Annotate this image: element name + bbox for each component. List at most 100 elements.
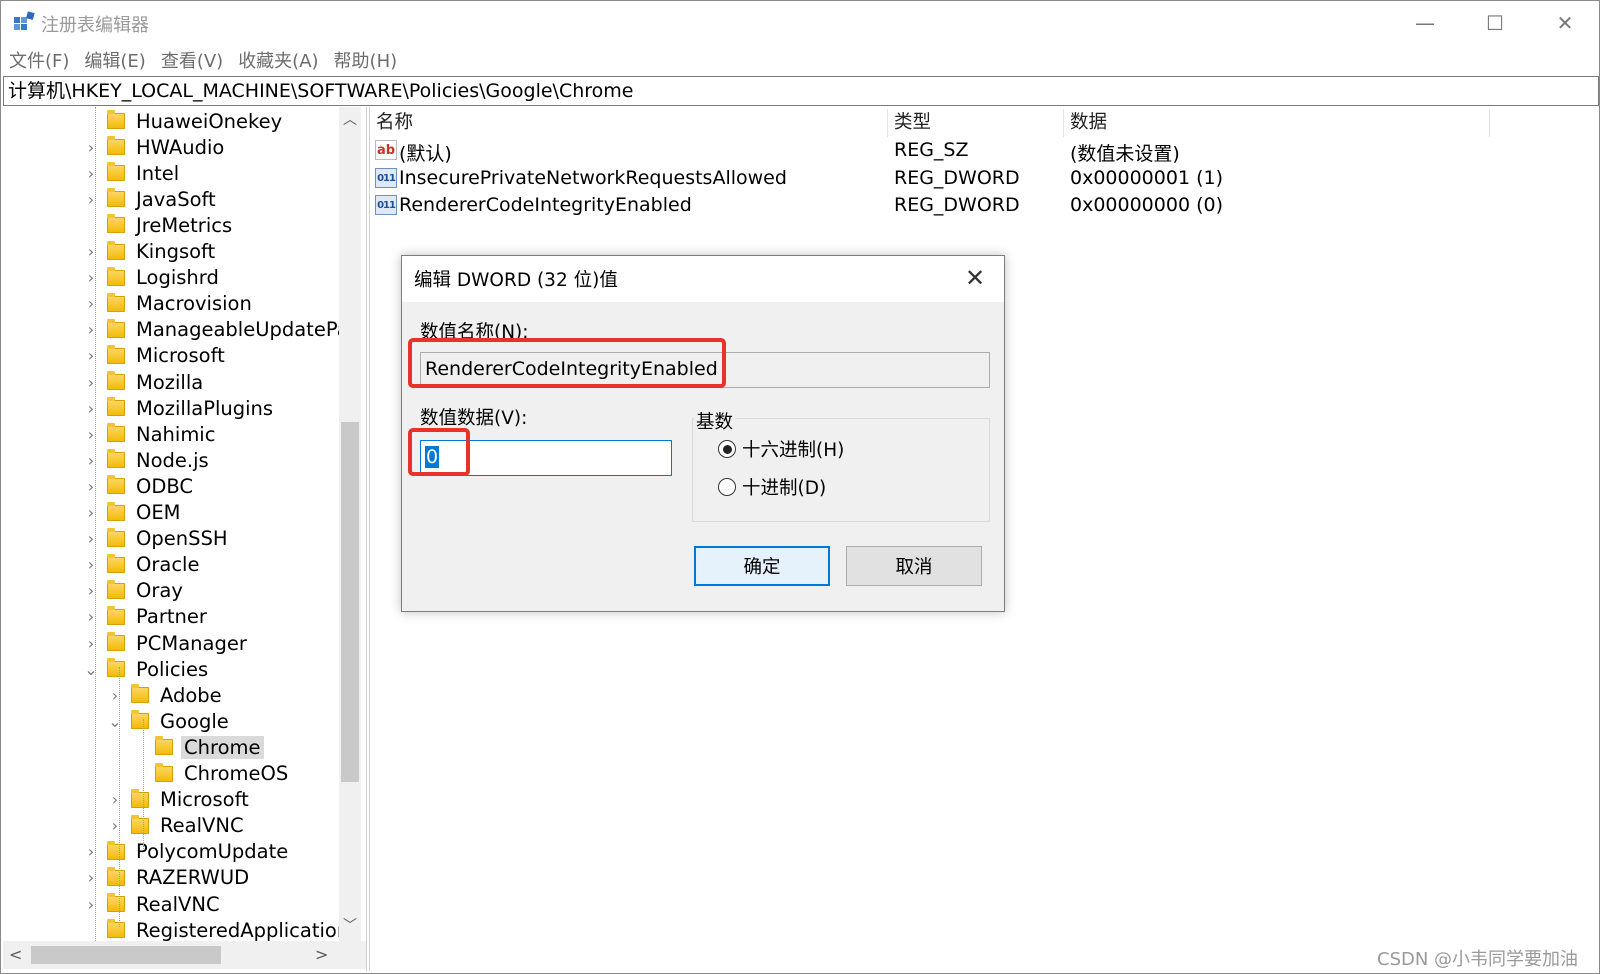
chevron-right-icon[interactable]: › — [83, 868, 99, 887]
tree-item[interactable]: › HWAudio — [88, 134, 227, 160]
tree-item-label: ChromeOS — [184, 762, 289, 785]
chevron-right-icon[interactable]: › — [83, 320, 99, 339]
cancel-button[interactable]: 取消 — [846, 546, 982, 586]
tree-item[interactable]: › Node.js — [88, 447, 212, 473]
folder-icon — [131, 684, 149, 704]
value-name: RendererCodeIntegrityEnabled — [399, 194, 692, 216]
tree-item[interactable]: › Partner — [88, 604, 210, 630]
tree-item[interactable]: › OpenSSH — [88, 526, 231, 552]
dialog-title-bar: 编辑 DWORD (32 位)值 ✕ — [402, 256, 1004, 302]
value-row[interactable]: 011 RendererCodeIntegrityEnabled REG_DWORD… — [370, 192, 1490, 220]
menu-view[interactable]: 查看(V) — [161, 47, 223, 73]
tree-horizontal-scrollbar[interactable]: < > — [3, 941, 366, 969]
radio-hexadecimal[interactable]: 十六进制(H) — [718, 436, 844, 462]
chevron-right-icon[interactable]: › — [83, 895, 99, 914]
tree-item[interactable]: › MozillaPlugins — [88, 395, 276, 421]
tree-item[interactable]: HuaweiOnekey — [107, 108, 285, 134]
tree-item[interactable]: › ODBC — [88, 473, 196, 499]
chevron-right-icon[interactable]: › — [107, 686, 123, 705]
tree-item[interactable]: › Intel — [88, 160, 182, 186]
value-type: REG_DWORD — [894, 194, 1020, 216]
tree-item[interactable]: ›ManageableUpdatePack — [88, 317, 341, 343]
close-button[interactable]: ✕ — [1531, 1, 1599, 45]
chevron-right-icon[interactable]: › — [107, 816, 123, 835]
tree-guide-line — [143, 719, 144, 849]
chevron-right-icon[interactable]: › — [83, 373, 99, 392]
menu-help[interactable]: 帮助(H) — [334, 47, 398, 73]
watermark: CSDN @小韦同学要加油 — [1377, 949, 1579, 970]
tree-item[interactable]: Chrome — [155, 734, 264, 760]
chevron-right-icon[interactable]: › — [83, 190, 99, 209]
column-header-name[interactable]: 名称 — [370, 109, 888, 137]
tree-item-label: Google — [160, 709, 229, 733]
tree-item[interactable]: › Oracle — [88, 552, 202, 578]
tree-item[interactable]: › Logishrd — [88, 265, 222, 291]
tree-item[interactable]: › Kingsoft — [88, 239, 218, 265]
chevron-right-icon[interactable]: › — [83, 555, 99, 574]
column-header-data[interactable]: 数据 — [1064, 109, 1490, 137]
tree-item[interactable]: › Oray — [88, 578, 186, 604]
menu-favorites[interactable]: 收藏夹(A) — [238, 47, 318, 73]
radio-decimal[interactable]: 十进制(D) — [718, 474, 826, 500]
chevron-right-icon[interactable]: › — [83, 451, 99, 470]
tree-item[interactable]: › Nahimic — [88, 421, 218, 447]
tree-item[interactable]: ChromeOS — [155, 761, 291, 787]
tree-vertical-scrollbar[interactable]: ︿ ﹀ — [339, 107, 361, 941]
scroll-left-icon[interactable]: < — [9, 945, 22, 964]
maximize-button[interactable]: ☐ — [1461, 1, 1529, 45]
chevron-right-icon[interactable]: › — [83, 607, 99, 626]
folder-icon — [107, 579, 125, 599]
tree-item[interactable]: ⌄ Policies — [84, 656, 211, 682]
menu-edit[interactable]: 编辑(E) — [84, 47, 145, 73]
tree-item[interactable]: › Mozilla — [88, 369, 206, 395]
chevron-down-icon[interactable]: ⌄ — [83, 660, 99, 679]
chevron-right-icon[interactable]: › — [83, 477, 99, 496]
value-row[interactable]: ab (默认) REG_SZ (数值未设置) — [370, 137, 1490, 165]
chevron-right-icon[interactable]: › — [83, 138, 99, 157]
chevron-right-icon[interactable]: › — [83, 399, 99, 418]
chevron-right-icon[interactable]: › — [83, 294, 99, 313]
tree-item[interactable]: › Adobe — [112, 682, 225, 708]
column-header-type[interactable]: 类型 — [888, 109, 1064, 137]
tree-item[interactable]: ⌄ Google — [108, 708, 232, 734]
dialog-close-button[interactable]: ✕ — [956, 260, 994, 298]
folder-icon — [107, 371, 125, 390]
tree-item[interactable]: › RealVNC — [112, 813, 247, 839]
ok-button[interactable]: 确定 — [694, 546, 830, 586]
binary-value-icon: 011 — [375, 195, 397, 215]
tree-item[interactable]: › RealVNC — [88, 891, 223, 917]
minimize-button[interactable]: — — [1391, 1, 1459, 45]
tree-item[interactable]: › Macrovision — [88, 291, 255, 317]
tree-item[interactable]: › Microsoft — [88, 343, 228, 369]
tree-item[interactable]: › RAZERWUD — [88, 865, 252, 891]
chevron-right-icon[interactable]: › — [83, 242, 99, 261]
chevron-right-icon[interactable]: › — [83, 164, 99, 183]
chevron-right-icon[interactable]: › — [83, 346, 99, 365]
value-row[interactable]: 011 InsecurePrivateNetworkRequestsAllowed… — [370, 165, 1490, 193]
tree-item-label: JavaSoft — [136, 187, 216, 211]
scroll-right-icon[interactable]: > — [315, 945, 328, 964]
scroll-down-icon[interactable]: ﹀ — [339, 915, 361, 935]
chevron-right-icon[interactable]: › — [83, 503, 99, 522]
tree-item[interactable]: › OEM — [88, 500, 184, 526]
tree-horizontal-scroll-thumb[interactable] — [31, 946, 221, 964]
chevron-right-icon[interactable]: › — [83, 529, 99, 548]
tree-item[interactable]: RegisteredApplications — [107, 917, 341, 941]
menu-file[interactable]: 文件(F) — [9, 47, 69, 73]
tree-vertical-scroll-thumb[interactable] — [341, 422, 359, 782]
chevron-down-icon[interactable]: ⌄ — [107, 712, 123, 731]
chevron-right-icon[interactable]: › — [83, 581, 99, 600]
tree-item[interactable]: › Microsoft — [112, 787, 252, 813]
tree-item[interactable]: › JavaSoft — [88, 186, 219, 212]
scroll-up-icon[interactable]: ︿ — [339, 109, 361, 129]
address-bar[interactable]: 计算机\HKEY_LOCAL_MACHINE\SOFTWARE\Policies… — [3, 76, 1599, 106]
chevron-right-icon[interactable]: › — [83, 634, 99, 653]
binary-value-icon: 011 — [375, 167, 397, 188]
tree-item[interactable]: › PCManager — [88, 630, 250, 656]
tree-item[interactable]: › PolycomUpdate — [88, 839, 291, 865]
chevron-right-icon[interactable]: › — [83, 425, 99, 444]
chevron-right-icon[interactable]: › — [83, 268, 99, 287]
chevron-right-icon[interactable]: › — [107, 790, 123, 809]
tree-item[interactable]: JreMetrics — [107, 212, 235, 238]
chevron-right-icon[interactable]: › — [83, 842, 99, 861]
